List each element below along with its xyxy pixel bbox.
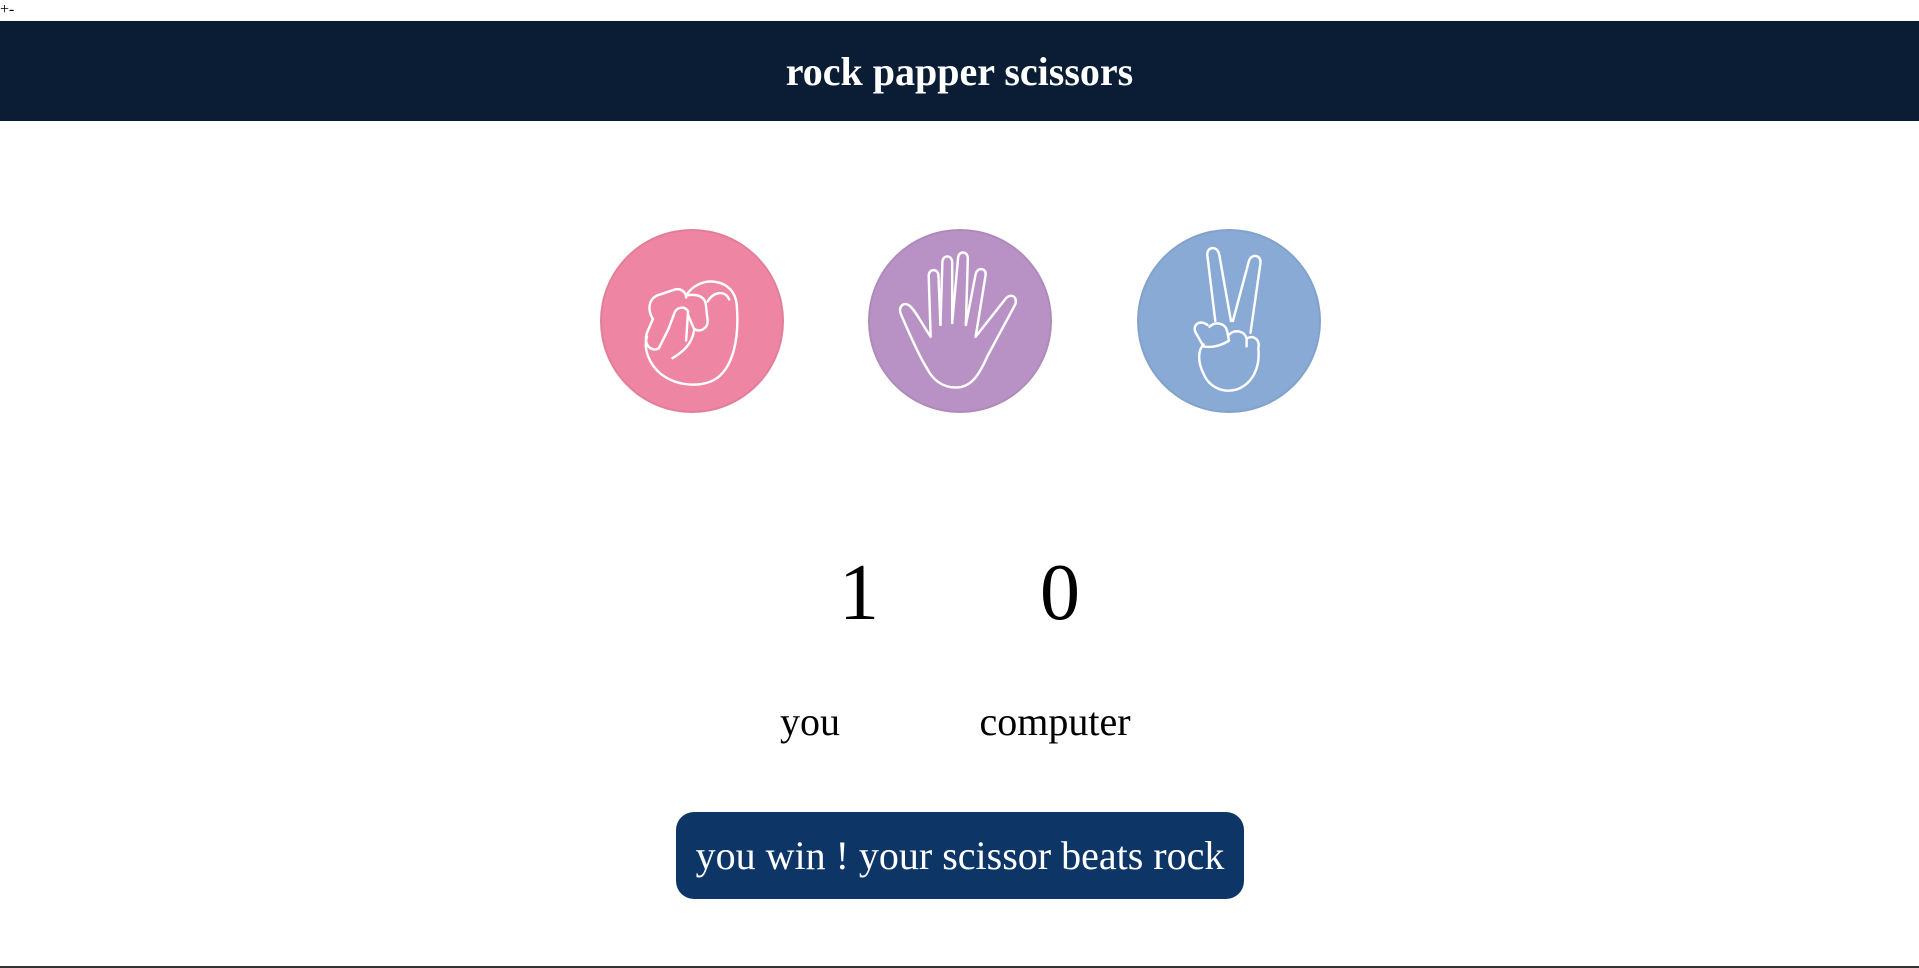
user-score-label: you: [780, 699, 840, 744]
rock-choice[interactable]: [600, 229, 784, 413]
result-message: you win ! your scissor beats rock: [676, 812, 1244, 899]
header: rock papper scissors: [0, 21, 1919, 121]
computer-score-label: computer: [979, 699, 1131, 744]
scissors-choice[interactable]: [1137, 229, 1321, 413]
peace-hand-icon: [1193, 246, 1262, 392]
corner-text: +-: [0, 1, 15, 18]
page-title: rock papper scissors: [785, 48, 1134, 94]
computer-score: 0: [1040, 549, 1080, 637]
user-score: 1: [839, 549, 879, 637]
fist-icon: [644, 280, 739, 386]
open-hand-icon: [898, 251, 1017, 389]
paper-choice[interactable]: [868, 229, 1052, 413]
